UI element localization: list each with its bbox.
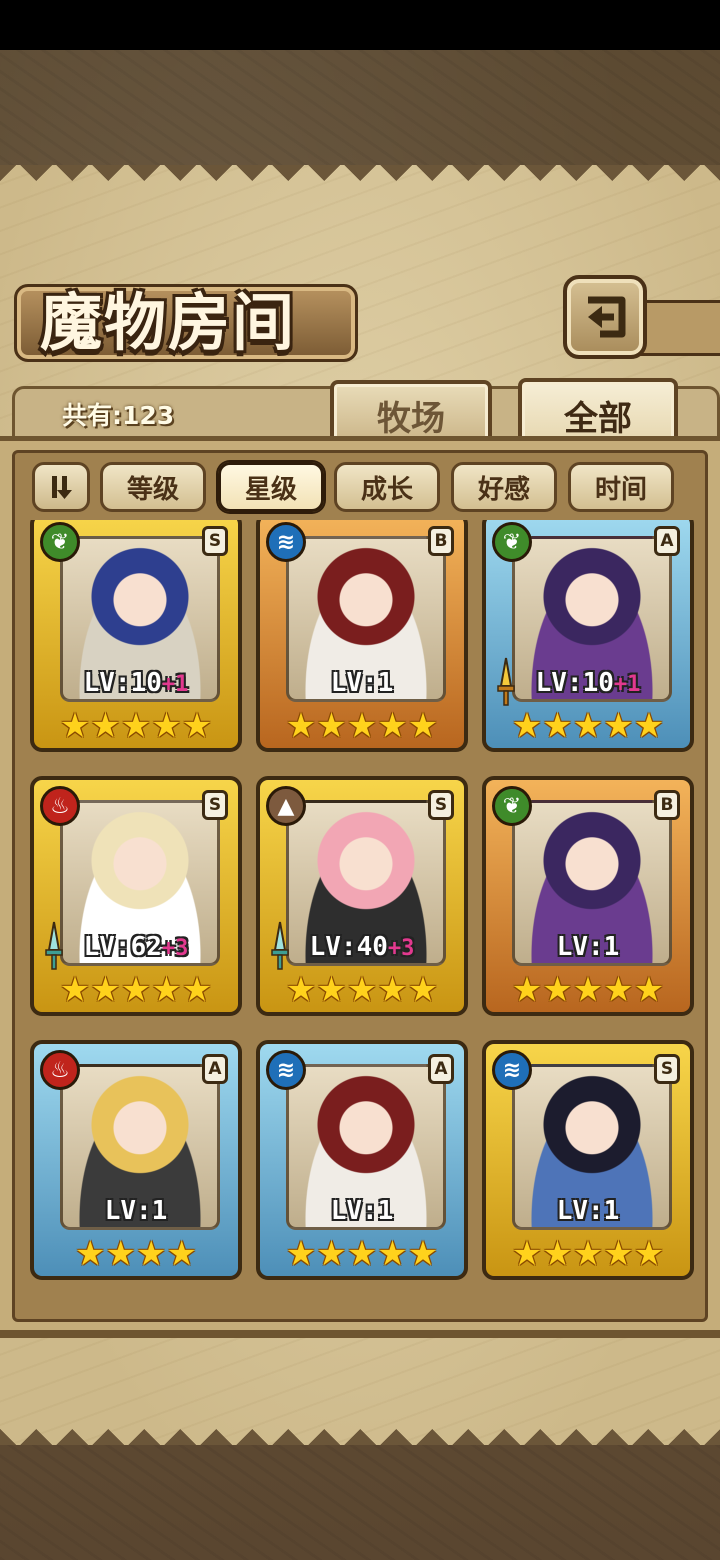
level-label: LV:1 <box>486 1196 690 1226</box>
level-value: LV:62 <box>83 932 162 962</box>
rank-badge: B <box>428 526 454 556</box>
panel-top-edge <box>0 165 720 193</box>
level-bonus: +1 <box>613 672 641 697</box>
sort-growth-button[interactable]: 成长 <box>334 462 440 512</box>
star-rating: ★★★★★ <box>285 1234 439 1274</box>
level-label: LV:10+1 <box>486 668 690 698</box>
level-label: LV:40+3 <box>260 932 464 962</box>
fire-icon: ♨ <box>40 1050 80 1090</box>
star-rating: ★★★★★ <box>285 706 439 746</box>
level-label: LV:1 <box>260 1196 464 1226</box>
leaf-icon: ❦ <box>40 522 80 562</box>
status-bar <box>0 0 720 50</box>
monster-card[interactable]: ❦ S LV:10+1 ★★★★★ <box>30 520 242 752</box>
level-bonus: +3 <box>161 936 189 961</box>
leaf-icon: ❦ <box>492 522 532 562</box>
monster-card[interactable]: ≋ A LV:1 ★★★★★ <box>256 1040 468 1280</box>
sort-order-toggle[interactable] <box>32 462 90 512</box>
header-rail <box>640 300 720 356</box>
sort-stars-button[interactable]: 星级 <box>218 462 324 512</box>
monster-card[interactable]: ❦ A LV:10+1 ★★★★★ <box>482 520 694 752</box>
level-bonus: +1 <box>161 672 189 697</box>
sort-time-button[interactable]: 时间 <box>568 462 674 512</box>
panel-bottom-edge <box>0 1417 720 1445</box>
leaf-icon: ❦ <box>492 786 532 826</box>
back-arrow-icon <box>588 296 626 338</box>
water-icon: ≋ <box>266 522 306 562</box>
rank-badge: A <box>202 1054 228 1084</box>
fire-icon: ♨ <box>40 786 80 826</box>
back-button[interactable] <box>563 275 647 359</box>
level-value: LV:1 <box>556 932 620 962</box>
level-bonus: +3 <box>387 936 415 961</box>
panel-divider <box>0 1330 720 1338</box>
monster-count: 共有:123 <box>62 401 175 430</box>
sort-level-button[interactable]: 等级 <box>100 462 206 512</box>
monster-grid: ❦ S LV:10+1 ★★★★★ ≋ B LV:1 ★★★★★ ❦ A LV:… <box>30 520 694 1320</box>
page-title: 魔物房间 <box>40 286 297 359</box>
water-icon: ≋ <box>266 1050 306 1090</box>
rank-badge: S <box>654 1054 680 1084</box>
level-label: LV:1 <box>260 668 464 698</box>
rank-badge: B <box>654 790 680 820</box>
level-label: LV:1 <box>34 1196 238 1226</box>
level-label: LV:10+1 <box>34 668 238 698</box>
level-value: LV:1 <box>104 1196 168 1226</box>
star-rating: ★★★★★ <box>511 706 665 746</box>
star-rating: ★★★★★ <box>59 970 213 1010</box>
level-value: LV:1 <box>556 1196 620 1226</box>
star-rating: ★★★★★ <box>511 970 665 1010</box>
sort-affection-button[interactable]: 好感 <box>451 462 557 512</box>
monster-card[interactable]: ❦ B LV:1 ★★★★★ <box>482 776 694 1016</box>
rank-badge: A <box>428 1054 454 1084</box>
star-rating: ★★★★★ <box>511 1234 665 1274</box>
rank-badge: A <box>654 526 680 556</box>
monster-card[interactable]: ≋ B LV:1 ★★★★★ <box>256 520 468 752</box>
sort-order-icon <box>52 476 72 499</box>
rank-badge: S <box>428 790 454 820</box>
level-value: LV:10 <box>535 668 614 698</box>
earth-icon: ▲ <box>266 786 306 826</box>
level-value: LV:1 <box>330 668 394 698</box>
monster-card[interactable]: ♨ A LV:1 ★★★★ <box>30 1040 242 1280</box>
level-value: LV:10 <box>83 668 162 698</box>
level-label: LV:1 <box>486 932 690 962</box>
monster-card[interactable]: ♨ S LV:62+3 ★★★★★ <box>30 776 242 1016</box>
star-rating: ★★★★★ <box>59 706 213 746</box>
monster-card[interactable]: ▲ S LV:40+3 ★★★★★ <box>256 776 468 1016</box>
level-value: LV:1 <box>330 1196 394 1226</box>
rank-badge: S <box>202 526 228 556</box>
level-value: LV:40 <box>309 932 388 962</box>
star-rating: ★★★★ <box>75 1234 197 1274</box>
level-label: LV:62+3 <box>34 932 238 962</box>
water-icon: ≋ <box>492 1050 532 1090</box>
monster-card[interactable]: ≋ S LV:1 ★★★★★ <box>482 1040 694 1280</box>
rank-badge: S <box>202 790 228 820</box>
star-rating: ★★★★★ <box>285 970 439 1010</box>
